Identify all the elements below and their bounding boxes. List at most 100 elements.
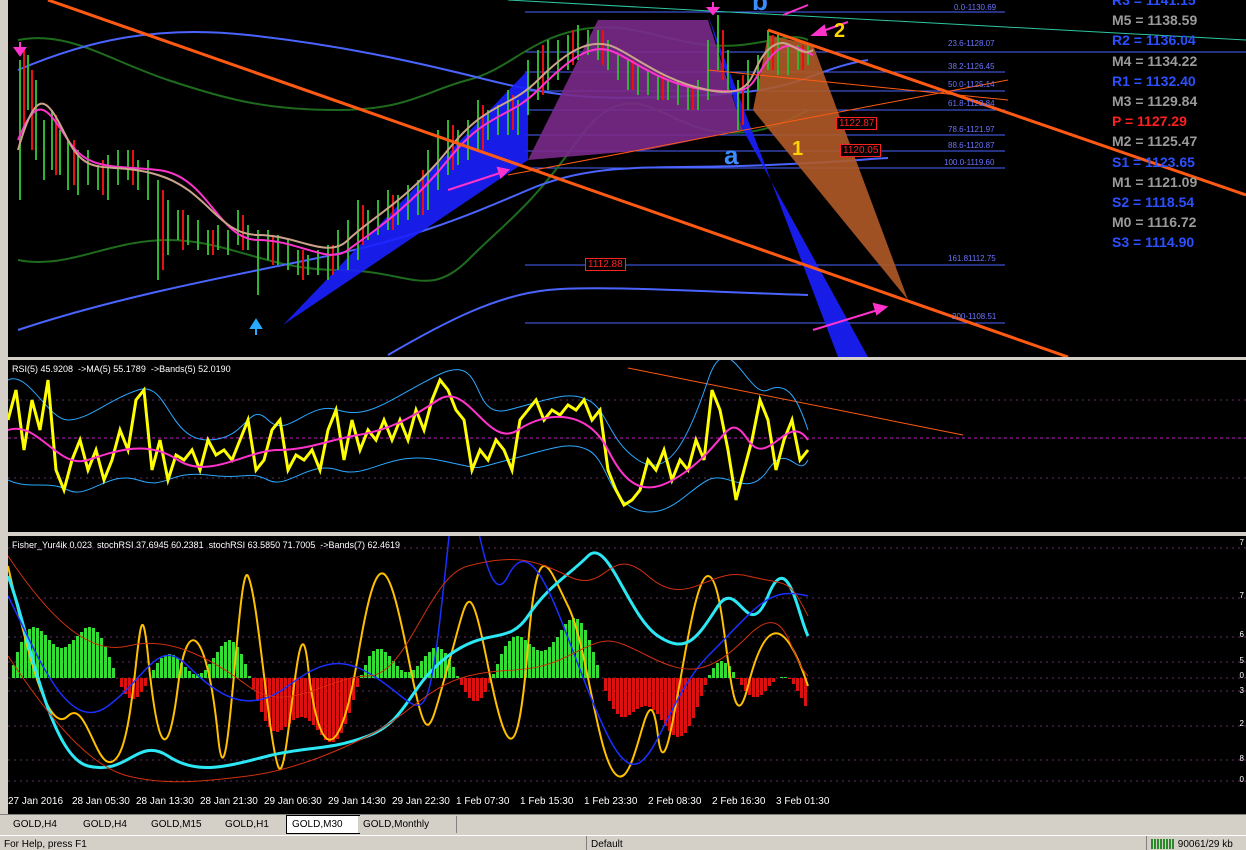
histogram-bar: [612, 678, 615, 709]
histogram-bar: [300, 678, 303, 717]
time-axis-label: 1 Feb 07:30: [456, 796, 510, 807]
price-label-box: 1122.87: [836, 117, 878, 130]
histogram-bar: [16, 652, 19, 678]
histogram-bar: [616, 678, 619, 714]
pattern-label-2: 2: [834, 20, 846, 42]
price-label-box: 1112.88: [585, 258, 626, 271]
fib-label: 0.0-1130.69: [954, 3, 997, 12]
histogram-bar: [272, 678, 275, 731]
histogram-bar: [92, 628, 95, 678]
time-axis: 27 Jan 2016 28 Jan 05:30 28 Jan 13:30 28 Ja…: [8, 794, 1246, 814]
chart-tab[interactable]: GOLD,M15: [146, 816, 221, 833]
pivot-level: R1 = 1132.40: [1112, 72, 1196, 89]
chart-tab[interactable]: GOLD,M30: [286, 815, 360, 834]
histogram-bar: [108, 657, 111, 678]
chart-tab[interactable]: GOLD,H4: [78, 816, 147, 833]
histogram-bar: [492, 674, 495, 678]
histogram-bar: [88, 627, 91, 678]
fib-label: 78.6-1121.97: [948, 125, 995, 134]
histogram-bar: [324, 678, 327, 740]
histogram-bar: [380, 649, 383, 678]
histogram-bar: [760, 678, 763, 695]
histogram-bar: [356, 678, 359, 687]
rsi-indicator-pane[interactable]: RSI(5) 45.9208 ->MA(5) 55.1789 ->Bands(5…: [8, 360, 1246, 532]
histogram-bar: [788, 678, 791, 679]
histogram-bar: [688, 678, 691, 726]
histogram-bar: [460, 678, 463, 685]
chart-tab[interactable]: GOLD,H1: [220, 816, 287, 833]
histogram-bar: [504, 646, 507, 678]
histogram-bar: [568, 620, 571, 678]
histogram-bar: [456, 676, 459, 678]
histogram-bar: [800, 678, 803, 698]
histogram-bar: [396, 666, 399, 678]
histogram-bar: [104, 647, 107, 678]
price-chart-pane[interactable]: 0.0-1130.69 23.6-1128.07 38.2-1126.45 50…: [8, 0, 1246, 357]
histogram-bar: [768, 678, 771, 686]
histogram-bar: [704, 678, 707, 685]
histogram-bar: [64, 647, 67, 678]
fisher-label: Fisher_Yur4ik 0.023 stochRSI 37.6945 60.…: [12, 540, 401, 550]
chart-tabs: GOLD,H4 GOLD,H4 GOLD,M15 GOLD,H1 GOLD,M30 GOL…: [0, 814, 1246, 835]
histogram-bar: [696, 678, 699, 707]
status-bar: For Help, press F1 Default 90061/29 kb: [0, 835, 1246, 850]
histogram-bar: [540, 651, 543, 678]
pattern-label-b: b: [752, 0, 768, 16]
fib-label: 200-1108.51: [952, 312, 997, 321]
fisher-indicator-pane[interactable]: Fisher_Yur4ik 0.023 stochRSI 37.6945 60.…: [8, 536, 1246, 794]
histogram-bar: [72, 640, 75, 678]
chart-tab[interactable]: GOLD,Monthly: [358, 816, 457, 833]
histogram-bar: [240, 654, 243, 678]
histogram-bar: [260, 678, 263, 712]
scale-tick: 6: [1239, 630, 1244, 639]
histogram-bar: [772, 678, 775, 682]
histogram-bar: [420, 661, 423, 678]
histogram-bar: [716, 663, 719, 678]
histogram-bar: [640, 678, 643, 707]
histogram-bar: [512, 637, 515, 678]
histogram-bar: [652, 678, 655, 710]
histogram-bar: [708, 675, 711, 678]
time-axis-label: 28 Jan 13:30: [136, 796, 194, 807]
histogram-bar: [304, 678, 307, 718]
histogram-bar: [80, 632, 83, 678]
blue-up-arrow: [249, 318, 263, 335]
histogram-bar: [284, 678, 287, 727]
histogram-bar: [156, 663, 159, 678]
histogram-bar: [192, 674, 195, 678]
histogram-bar: [668, 678, 671, 731]
histogram-bar: [184, 667, 187, 678]
price-label-box: 1120.05: [840, 144, 882, 157]
histogram-bar: [68, 644, 71, 678]
histogram-bar: [152, 670, 155, 678]
time-axis-label: 2 Feb 08:30: [648, 796, 702, 807]
stochrsi-blue: [8, 536, 809, 765]
time-axis-label: 27 Jan 2016: [8, 796, 64, 807]
histogram-bar: [404, 672, 407, 678]
pivot-level: S3 = 1114.90: [1112, 234, 1195, 251]
pivot-level: M2 = 1125.47: [1112, 133, 1198, 150]
fib-label: 100.0-1119.60: [944, 158, 995, 167]
blue-band-lower2: [387, 287, 809, 356]
rsi-line: [8, 377, 810, 508]
histogram-bar: [144, 678, 147, 686]
pivot-level: M5 = 1138.59: [1112, 12, 1198, 29]
time-axis-label: 1 Feb 23:30: [584, 796, 638, 807]
histogram-bar: [252, 678, 255, 689]
histogram-bar: [520, 637, 523, 678]
histogram-bar: [560, 630, 563, 678]
histogram-bar: [664, 678, 667, 726]
chart-tab[interactable]: GOLD,H4: [8, 816, 79, 833]
pivot-level: S2 = 1118.54: [1112, 194, 1195, 210]
time-axis-label: 28 Jan 05:30: [72, 796, 130, 807]
rsi-bands-lower: [8, 445, 809, 513]
histogram-bar: [244, 664, 247, 678]
histogram-bar: [712, 668, 715, 678]
histogram-bar: [384, 652, 387, 678]
fib-label: 161.81112.75: [948, 254, 996, 263]
histogram-bar: [536, 650, 539, 678]
histogram-bar: [172, 655, 175, 678]
histogram-bar: [280, 678, 283, 730]
scale-tick: 3: [1239, 686, 1244, 695]
time-axis-label: 1 Feb 15:30: [520, 796, 574, 807]
